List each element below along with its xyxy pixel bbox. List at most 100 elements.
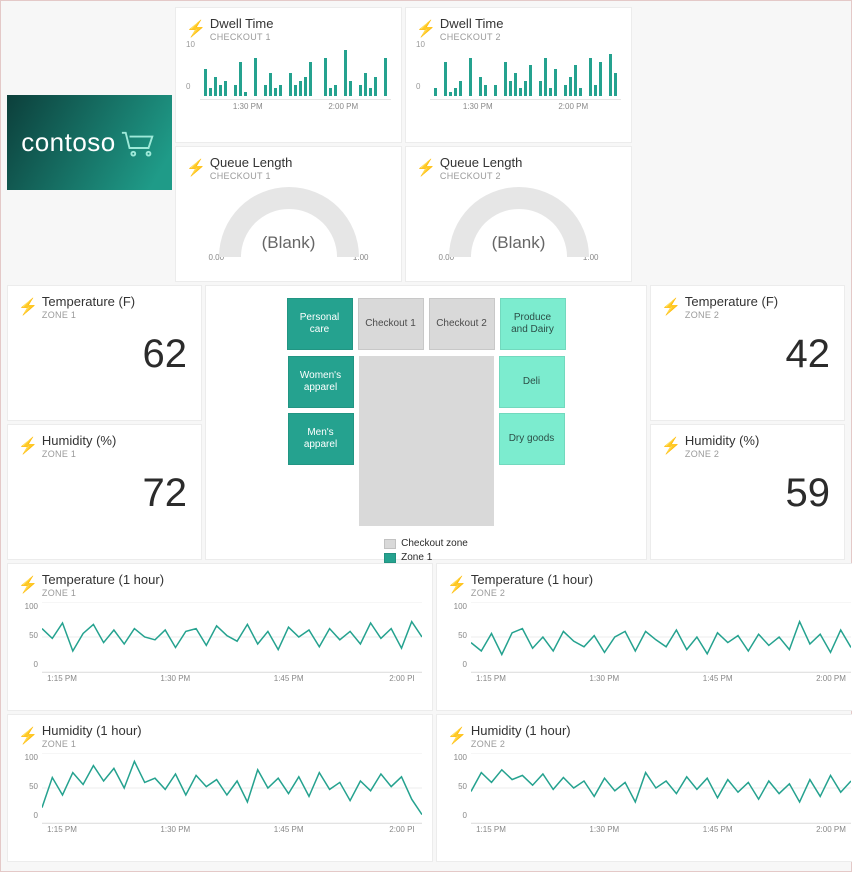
brand-logo-card: contoso	[7, 95, 172, 190]
dwell1-sparkline	[200, 50, 391, 96]
lightning-icon: ⚡	[416, 158, 436, 178]
dwell-time-checkout2-card[interactable]: ⚡ Dwell Time CHECKOUT 2 10 0 1:30 PM 2:0…	[405, 7, 632, 143]
x-axis-label: 1:15 PM	[42, 674, 82, 683]
x-axis-label: 1:30 PM	[430, 102, 526, 111]
x-axis-label: 1:30 PM	[584, 674, 624, 683]
y-axis-label: 50	[447, 782, 467, 791]
floorplan-center	[359, 356, 494, 526]
card-subtitle: ZONE 1	[42, 588, 164, 598]
y-axis-label: 0	[18, 811, 38, 820]
temp-zone1-line	[42, 602, 422, 672]
zone-mens-apparel[interactable]: Men's apparel	[288, 413, 354, 465]
x-axis-label: 1:15 PM	[42, 825, 82, 834]
card-title: Temperature (F)	[42, 294, 135, 309]
y-axis-label: 100	[447, 602, 467, 611]
lightning-icon: ⚡	[186, 19, 206, 39]
temperature-1hr-zone2-card[interactable]: ⚡ Temperature (1 hour) ZONE 2 100500 1:1…	[436, 563, 852, 711]
lightning-icon: ⚡	[18, 297, 38, 317]
card-title: Temperature (1 hour)	[42, 572, 164, 587]
y-axis-label: 50	[18, 782, 38, 791]
metric-value: 62	[143, 320, 188, 374]
y-axis-label: 50	[18, 631, 38, 640]
y-axis-label: 0	[18, 660, 38, 669]
zone-produce-dairy[interactable]: Produce and Dairy	[500, 298, 566, 350]
temperature-zone2-card[interactable]: ⚡ Temperature (F) ZONE 2 42	[650, 285, 845, 421]
x-axis-label: 1:30 PM	[584, 825, 624, 834]
card-subtitle: CHECKOUT 1	[210, 32, 274, 42]
metric-value: 72	[143, 459, 188, 513]
store-floorplan-card[interactable]: Personal care Checkout 1 Checkout 2 Prod…	[205, 285, 647, 560]
card-title: Humidity (%)	[42, 433, 116, 448]
hum-zone1-line	[42, 753, 422, 823]
x-axis-label: 1:45 PM	[698, 825, 738, 834]
card-title: Dwell Time	[210, 16, 274, 31]
lightning-icon: ⚡	[661, 297, 681, 317]
metric-value: 42	[786, 320, 831, 374]
card-title: Humidity (%)	[685, 433, 759, 448]
card-title: Humidity (1 hour)	[471, 723, 571, 738]
temperature-zone1-card[interactable]: ⚡ Temperature (F) ZONE 1 62	[7, 285, 202, 421]
humidity-1hr-zone2-card[interactable]: ⚡ Humidity (1 hour) ZONE 2 100500 1:15 P…	[436, 714, 852, 862]
lightning-icon: ⚡	[661, 436, 681, 456]
card-title: Dwell Time	[440, 16, 504, 31]
shopping-cart-icon	[120, 129, 158, 157]
y-axis-label: 100	[18, 753, 38, 762]
temperature-1hr-zone1-card[interactable]: ⚡ Temperature (1 hour) ZONE 1 100500 1:1…	[7, 563, 433, 711]
y-axis-label: 10	[416, 40, 425, 49]
lightning-icon: ⚡	[416, 19, 436, 39]
zone-checkout2[interactable]: Checkout 2	[429, 298, 495, 350]
card-subtitle: ZONE 2	[685, 310, 778, 320]
queue-length-checkout1-card[interactable]: ⚡ Queue Length CHECKOUT 1 (Blank) 0.00 1…	[175, 146, 402, 282]
x-axis-label: 2:00 PM	[526, 102, 622, 111]
x-axis-label: 1:45 PM	[698, 674, 738, 683]
y-axis-label: 100	[447, 753, 467, 762]
dwell2-sparkline	[430, 50, 621, 96]
card-subtitle: CHECKOUT 2	[440, 171, 522, 181]
legend-label: Zone 1	[401, 552, 432, 563]
zone-womens-apparel[interactable]: Women's apparel	[288, 356, 354, 408]
x-axis-label: 2:00 PI	[382, 674, 422, 683]
card-subtitle: ZONE 1	[42, 449, 116, 459]
lightning-icon: ⚡	[447, 726, 467, 746]
card-title: Temperature (1 hour)	[471, 572, 593, 587]
humidity-1hr-zone1-card[interactable]: ⚡ Humidity (1 hour) ZONE 1 100500 1:15 P…	[7, 714, 433, 862]
brand-text: contoso	[21, 127, 116, 158]
dwell-time-checkout1-card[interactable]: ⚡ Dwell Time CHECKOUT 1 10 0 1:30 PM 2:0…	[175, 7, 402, 143]
y-axis-label: 0	[186, 82, 190, 91]
x-axis-label: 1:30 PM	[155, 825, 195, 834]
zone-personal-care[interactable]: Personal care	[287, 298, 353, 350]
card-title: Humidity (1 hour)	[42, 723, 142, 738]
queue-length-checkout2-card[interactable]: ⚡ Queue Length CHECKOUT 2 (Blank) 0.00 1…	[405, 146, 632, 282]
card-subtitle: ZONE 2	[471, 739, 571, 749]
x-axis-label: 1:30 PM	[155, 674, 195, 683]
y-axis-label: 10	[186, 40, 195, 49]
zone-deli[interactable]: Deli	[499, 356, 565, 408]
metric-value: 59	[786, 459, 831, 513]
card-title: Queue Length	[210, 155, 292, 170]
zone-checkout1[interactable]: Checkout 1	[358, 298, 424, 350]
x-axis-label: 1:45 PM	[269, 825, 309, 834]
y-axis-label: 50	[447, 631, 467, 640]
x-axis-label: 1:15 PM	[471, 825, 511, 834]
humidity-zone2-card[interactable]: ⚡ Humidity (%) ZONE 2 59	[650, 424, 845, 560]
y-axis-label: 100	[18, 602, 38, 611]
x-axis-label: 1:45 PM	[269, 674, 309, 683]
card-subtitle: ZONE 2	[471, 588, 593, 598]
spacer	[7, 193, 172, 282]
card-subtitle: ZONE 1	[42, 739, 142, 749]
card-title: Queue Length	[440, 155, 522, 170]
x-axis-label: 2:00 PM	[296, 102, 392, 111]
card-subtitle: ZONE 1	[42, 310, 135, 320]
gauge-value: (Blank)	[449, 233, 589, 253]
x-axis-label: 1:30 PM	[200, 102, 296, 111]
temp-zone2-line	[471, 602, 851, 672]
x-axis-label: 1:15 PM	[471, 674, 511, 683]
lightning-icon: ⚡	[447, 575, 467, 595]
x-axis-label: 2:00 PM	[811, 825, 851, 834]
zone-dry-goods[interactable]: Dry goods	[499, 413, 565, 465]
lightning-icon: ⚡	[186, 158, 206, 178]
y-axis-label: 0	[416, 82, 420, 91]
legend-swatch-checkout	[384, 539, 396, 549]
humidity-zone1-card[interactable]: ⚡ Humidity (%) ZONE 1 72	[7, 424, 202, 560]
spacer	[635, 146, 845, 282]
